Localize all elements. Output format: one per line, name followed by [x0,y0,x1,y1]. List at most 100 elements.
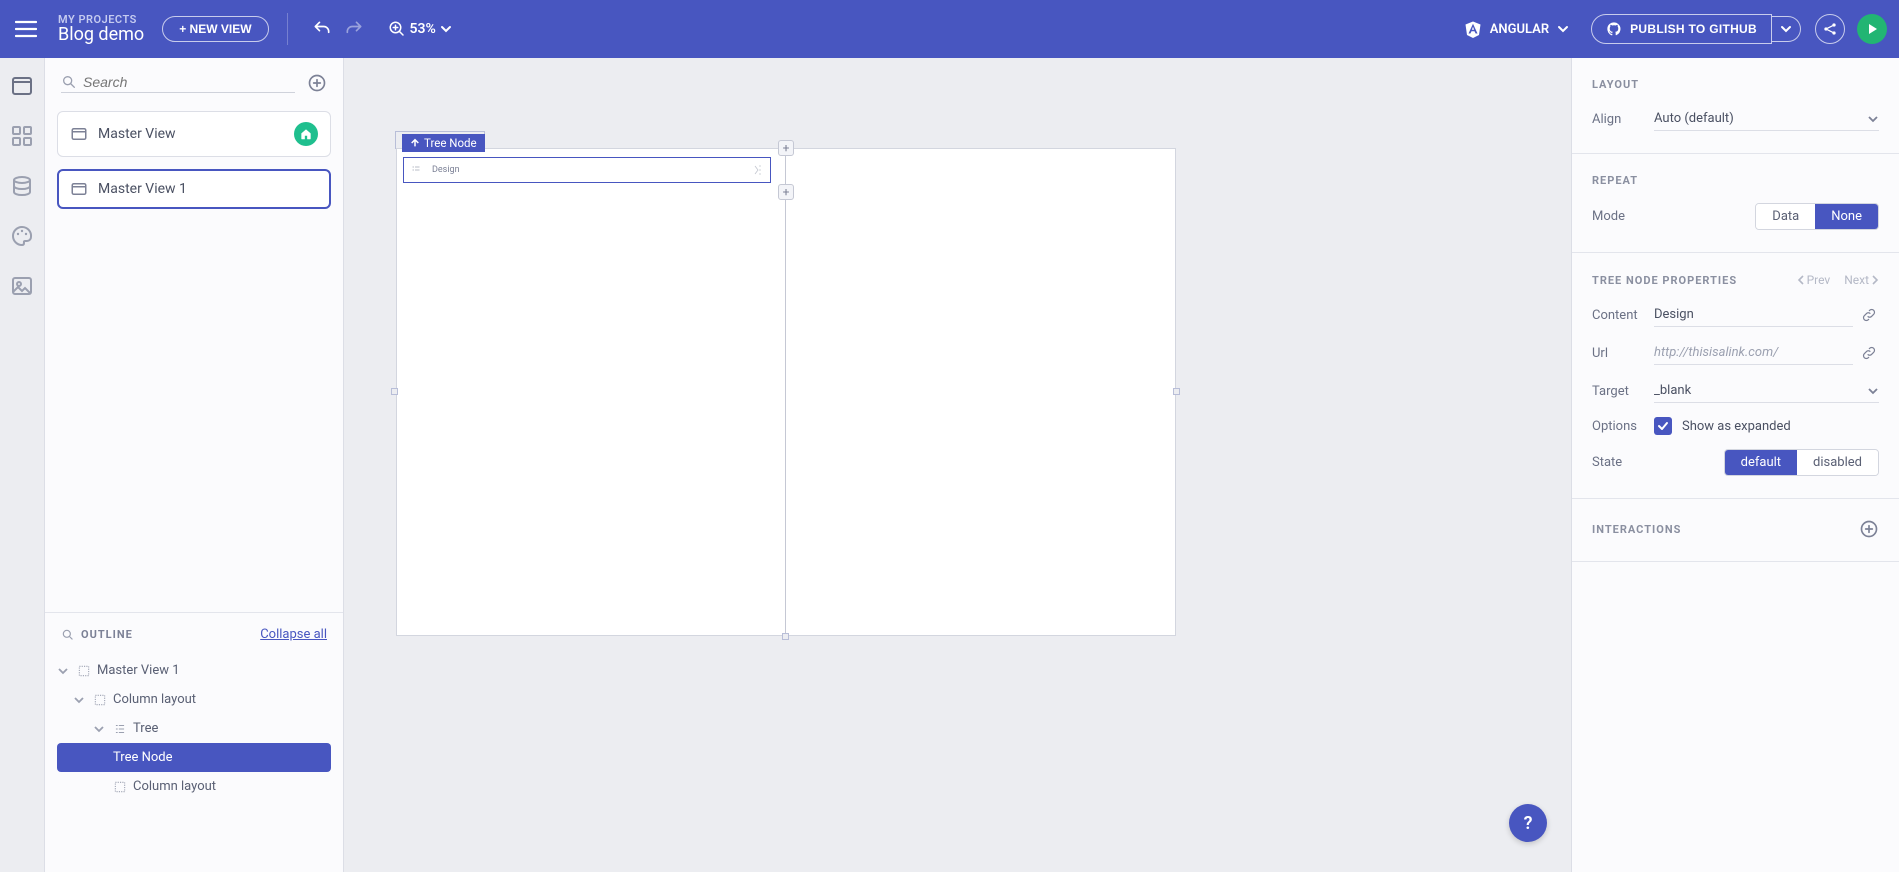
search-field[interactable] [61,72,295,93]
share-icon [1822,21,1838,37]
plus-circle-icon [307,73,327,93]
publish-button-group: PUBLISH TO GITHUB [1591,14,1801,44]
mode-toggle: Data None [1755,203,1879,230]
align-select[interactable]: Auto (default) [1654,107,1879,131]
collapse-all-link[interactable]: Collapse all [260,627,327,642]
window-icon [70,125,88,143]
repeat-section: REPEAT Mode Data None [1572,154,1899,253]
chevron-down-icon [57,665,71,677]
share-button[interactable] [1815,14,1845,44]
artboard[interactable] [396,148,1176,636]
field-label: Options [1592,419,1654,434]
add-after-button[interactable]: + [778,184,794,200]
chevron-down-icon [73,694,87,706]
bind-button[interactable] [1861,307,1879,323]
zoom-value: 53% [410,21,436,37]
section-title: TREE NODE PROPERTIES [1592,274,1737,287]
github-icon [1606,21,1622,37]
hamburger-icon [15,20,37,38]
url-input[interactable] [1654,341,1853,365]
add-view-button[interactable] [307,73,327,93]
outline-item[interactable]: Column layout [45,685,343,714]
home-badge [294,122,318,146]
data-tool[interactable] [10,174,34,198]
chevron-down-icon [1780,23,1792,35]
tree-icon [113,722,127,736]
outline-panel: OUTLINE Collapse all Master View 1 Colum… [45,612,343,872]
expanded-checkbox[interactable] [1654,417,1672,435]
prev-button[interactable]: Prev [1797,273,1831,287]
resize-handle[interactable] [1173,388,1180,395]
node-type-icon [410,164,422,176]
add-interaction-button[interactable] [1859,519,1879,539]
view-name: Master View 1 [98,181,187,197]
search-icon [61,74,77,90]
state-disabled-option[interactable]: disabled [1797,450,1878,475]
outline-item[interactable]: Column layout [45,772,343,801]
publish-dropdown[interactable] [1772,16,1801,42]
interactions-section: INTERACTIONS [1572,499,1899,562]
mode-none-option[interactable]: None [1815,204,1878,229]
treenode-section: TREE NODE PROPERTIES Prev Next Content U… [1572,253,1899,499]
app-header: MY PROJECTS Blog demo + NEW VIEW 53% ANG… [0,0,1899,58]
database-icon [10,174,34,198]
outline-title: OUTLINE [61,628,133,642]
theme-tool[interactable] [10,224,34,248]
view-card[interactable]: Master View 1 [57,169,331,209]
selected-node-tag[interactable]: Tree Node [402,134,485,152]
window-icon [70,180,88,198]
column-icon [93,693,107,707]
checkbox-label: Show as expanded [1682,419,1791,434]
project-title: Blog demo [58,24,144,45]
outline-item[interactable]: Tree [45,714,343,743]
state-default-option[interactable]: default [1725,450,1797,475]
search-icon [61,628,75,642]
node-box[interactable]: Design [403,157,771,183]
resize-handle[interactable] [782,633,789,640]
properties-panel: LAYOUT Align Auto (default) REPEAT Mode … [1571,58,1899,872]
field-label: Url [1592,346,1654,361]
view-card[interactable]: Master View [57,111,331,157]
next-button[interactable]: Next [1844,273,1879,287]
field-label: Mode [1592,209,1654,224]
arrow-up-icon [410,138,420,148]
assets-tool[interactable] [10,274,34,298]
search-input[interactable] [83,74,295,90]
zoom-control[interactable]: 53% [388,20,452,38]
state-toggle: default disabled [1724,449,1879,476]
home-icon [299,127,313,141]
preview-button[interactable] [1857,14,1887,44]
help-button[interactable]: ? [1509,804,1547,842]
chevron-down-icon [93,723,107,735]
image-icon [10,274,34,298]
content-input[interactable] [1654,303,1853,327]
play-icon [1865,22,1879,36]
outline-item-label: Column layout [133,779,216,794]
add-before-button[interactable]: + [778,140,794,156]
new-view-button[interactable]: + NEW VIEW [162,16,268,42]
canvas[interactable]: Tree Node Design + + [344,58,1571,872]
redo-button[interactable] [338,13,370,45]
publish-button[interactable]: PUBLISH TO GITHUB [1591,14,1772,44]
palette-icon [10,224,34,248]
views-tool[interactable] [10,74,34,98]
project-title-group: MY PROJECTS Blog demo [58,13,144,45]
outline-item-label: Tree Node [113,750,173,765]
outline-item[interactable]: Tree Node [57,743,331,772]
framework-selector[interactable]: ANGULAR [1464,20,1569,38]
undo-button[interactable] [306,13,338,45]
chevron-down-icon [440,23,452,35]
resize-handle[interactable] [391,388,398,395]
section-title: LAYOUT [1592,78,1879,91]
outline-item[interactable]: Master View 1 [45,656,343,685]
guide-line [785,149,786,635]
menu-button[interactable] [12,15,40,43]
target-select[interactable]: _blank [1654,379,1879,403]
plus-circle-icon [1859,519,1879,539]
chevron-down-icon [1867,385,1879,397]
check-icon [1657,420,1669,432]
left-panel: Master View Master View 1 OUTLINE Collap… [44,58,344,872]
components-tool[interactable] [10,124,34,148]
mode-data-option[interactable]: Data [1756,204,1815,229]
bind-button[interactable] [1861,345,1879,361]
